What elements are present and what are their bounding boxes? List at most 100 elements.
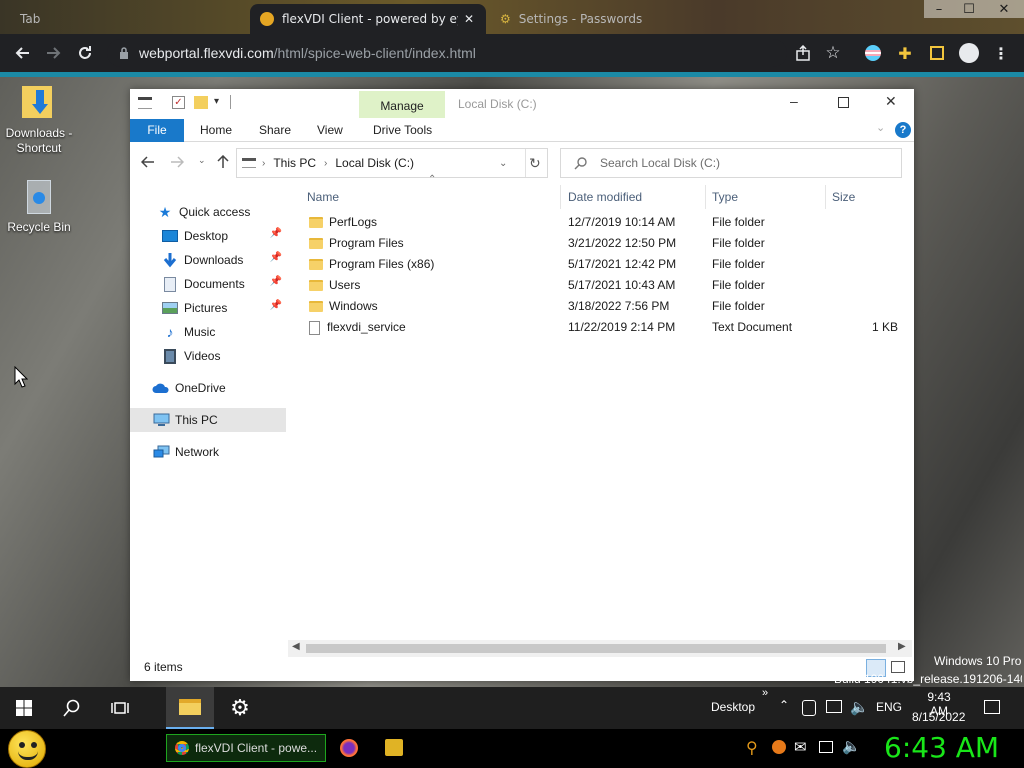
tab-close-icon[interactable]: ✕	[464, 12, 474, 26]
up-arrow-icon[interactable]	[216, 155, 230, 169]
record-icon[interactable]	[772, 740, 786, 754]
desktop-icon-recycle-bin[interactable]: Recycle Bin	[0, 178, 78, 235]
search-input[interactable]: Search Local Disk (C:)	[600, 156, 720, 170]
tab-drive-tools[interactable]: Drive Tools	[373, 119, 432, 142]
nav-videos[interactable]: Videos	[130, 344, 286, 368]
column-divider[interactable]	[825, 185, 826, 209]
meet-now-icon[interactable]	[802, 700, 816, 716]
column-header-size[interactable]: Size	[832, 185, 855, 209]
close-icon[interactable]: ✕	[984, 0, 1024, 18]
ribbon-expand-icon[interactable]: ⌄	[876, 121, 885, 134]
scroll-right-icon[interactable]: ▶	[898, 641, 906, 652]
new-folder-icon[interactable]	[194, 96, 208, 109]
column-divider[interactable]	[705, 185, 706, 209]
maximize-icon[interactable]	[838, 97, 849, 108]
forward-arrow-icon[interactable]	[170, 155, 184, 169]
input-language[interactable]: ENG	[876, 700, 902, 714]
tab-home[interactable]: Home	[200, 119, 232, 142]
horizontal-scrollbar[interactable]: ◀ ▶	[288, 640, 912, 657]
notifications-icon[interactable]	[984, 700, 1000, 714]
nav-music[interactable]: ♪ Music	[130, 320, 286, 344]
minimize-icon[interactable]: –	[924, 0, 954, 18]
help-icon[interactable]: ?	[895, 122, 911, 138]
scrollbar-thumb[interactable]	[306, 644, 886, 653]
back-arrow-icon[interactable]	[8, 34, 38, 72]
maximize-icon[interactable]: ☐	[954, 0, 984, 18]
nav-desktop[interactable]: Desktop 📌	[130, 224, 286, 248]
column-header-date[interactable]: Date modified	[568, 185, 642, 209]
tab-share[interactable]: Share	[259, 119, 291, 142]
search-icon[interactable]	[48, 687, 96, 729]
host-clock[interactable]: 6:43 AM	[884, 731, 999, 764]
toolbar-expand-icon[interactable]: »	[762, 687, 768, 699]
table-row[interactable]: Program Files 3/21/2022 12:50 PM File fo…	[298, 233, 904, 254]
extensions-puzzle-icon[interactable]: ✚	[890, 34, 920, 72]
pin-icon[interactable]: 📌	[270, 252, 282, 263]
tab-view[interactable]: View	[317, 119, 343, 142]
back-arrow-icon[interactable]	[141, 155, 155, 169]
desktop-icon-downloads-shortcut[interactable]: Downloads - Shortcut	[0, 82, 78, 156]
forward-arrow-icon[interactable]	[38, 34, 68, 72]
customize-qat-icon[interactable]: ▾	[214, 96, 219, 107]
column-header-type[interactable]: Type	[712, 185, 738, 209]
settings-gear-icon[interactable]: ⚙	[216, 687, 264, 729]
menu-kebab-icon[interactable]: ⋮	[986, 34, 1016, 72]
pin-icon[interactable]: 📌	[270, 228, 282, 239]
taskbar-date[interactable]: 8/15/2022	[912, 710, 965, 724]
scroll-left-icon[interactable]: ◀	[292, 641, 300, 652]
desktop-toolbar-label[interactable]: Desktop	[711, 700, 755, 714]
extension-flag-icon[interactable]	[858, 34, 888, 72]
firefox-icon[interactable]	[340, 739, 358, 757]
address-breadcrumb[interactable]: › This PC › Local Disk (C:) ⌄ ↻	[236, 148, 548, 178]
address-bar[interactable]: webportal.flexvdi.com/html/spice-web-cli…	[107, 39, 787, 67]
recent-locations-icon[interactable]: ⌄	[198, 155, 206, 166]
key-icon[interactable]: ⚲	[746, 738, 758, 757]
windows-start-icon[interactable]	[0, 687, 48, 729]
breadcrumb-this-pc[interactable]: This PC	[273, 156, 316, 170]
search-box[interactable]: Search Local Disk (C:)	[560, 148, 902, 178]
notification-off-icon[interactable]: ✉	[794, 738, 807, 756]
table-row[interactable]: Program Files (x86) 5/17/2021 12:42 PM F…	[298, 254, 904, 275]
task-view-icon[interactable]	[96, 687, 144, 729]
manage-contextual-tab[interactable]: Manage	[359, 91, 445, 118]
sidebar-icon[interactable]	[922, 34, 952, 72]
browser-tab[interactable]: Tab	[10, 4, 246, 34]
nav-pictures[interactable]: Pictures 📌	[130, 296, 286, 320]
nav-onedrive[interactable]: OneDrive	[130, 376, 286, 400]
star-icon[interactable]: ☆	[818, 34, 848, 72]
browser-tab-active[interactable]: flexVDI Client - powered by eyeO ✕	[250, 4, 486, 34]
chevron-down-icon[interactable]: ⌄	[499, 158, 507, 169]
smiley-menu-icon[interactable]	[8, 730, 46, 768]
network-icon[interactable]	[819, 741, 833, 753]
volume-icon[interactable]: 🔈	[850, 698, 869, 716]
table-row[interactable]: flexvdi_service 11/22/2019 2:14 PM Text …	[298, 317, 904, 338]
refresh-icon[interactable]: ↻	[529, 155, 541, 172]
table-row[interactable]: Windows 3/18/2022 7:56 PM File folder	[298, 296, 904, 317]
nav-downloads[interactable]: Downloads 📌	[130, 248, 286, 272]
column-header-name[interactable]: Name	[307, 185, 339, 209]
table-row[interactable]: Users 5/17/2021 10:43 AM File folder	[298, 275, 904, 296]
volume-icon[interactable]: 🔈	[842, 737, 861, 755]
network-icon[interactable]	[826, 700, 842, 713]
reload-icon[interactable]	[70, 34, 100, 72]
nav-documents[interactable]: Documents 📌	[130, 272, 286, 296]
share-icon[interactable]	[788, 34, 818, 72]
nav-quick-access[interactable]: ★ Quick access	[130, 200, 286, 224]
nav-this-pc[interactable]: This PC	[130, 408, 286, 432]
file-explorer-taskbar-icon[interactable]	[166, 687, 214, 729]
profile-avatar-icon[interactable]	[954, 34, 984, 72]
pin-icon[interactable]: 📌	[270, 300, 282, 311]
minimize-icon[interactable]: –	[790, 93, 798, 109]
properties-icon[interactable]: ✓	[172, 96, 185, 109]
pin-icon[interactable]: 📌	[270, 276, 282, 287]
close-icon[interactable]: ✕	[885, 93, 897, 110]
browser-tab[interactable]: ⚙ Settings - Passwords	[490, 4, 726, 34]
table-row[interactable]: PerfLogs 12/7/2019 10:14 AM File folder	[298, 212, 904, 233]
files-folder-icon[interactable]	[385, 739, 403, 756]
column-divider[interactable]	[560, 185, 561, 209]
breadcrumb-local-disk[interactable]: Local Disk (C:)	[335, 156, 414, 170]
nav-network[interactable]: Network	[130, 440, 286, 464]
host-taskbar-app-button[interactable]: flexVDI Client - powe...	[166, 734, 326, 762]
show-hidden-icons-chevron-up-icon[interactable]: ⌃	[779, 698, 789, 712]
tab-file[interactable]: File	[130, 119, 184, 142]
